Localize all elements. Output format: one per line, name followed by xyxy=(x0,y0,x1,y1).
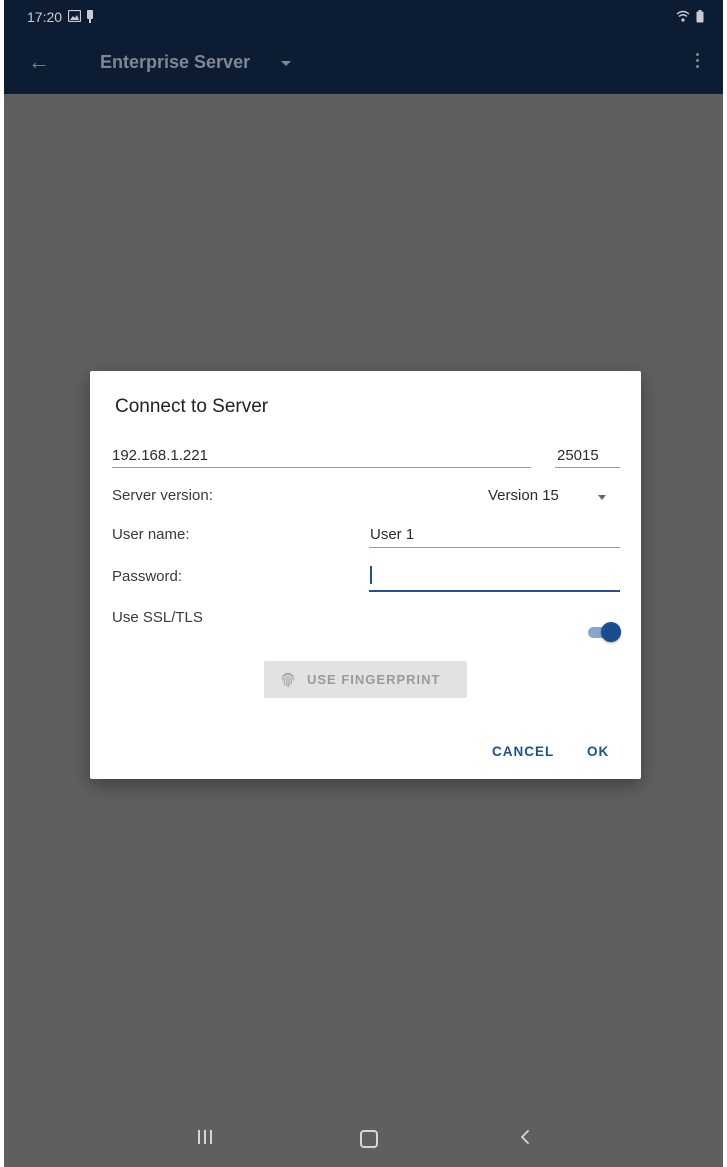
host-field[interactable]: 192.168.1.221 xyxy=(112,447,208,464)
user-name-field[interactable]: User 1 xyxy=(370,526,414,543)
password-label: Password: xyxy=(112,568,183,585)
gallery-icon xyxy=(68,10,81,22)
user-name-label: User name: xyxy=(112,526,190,543)
ok-button[interactable]: OK xyxy=(587,744,609,759)
port-field[interactable]: 25015 xyxy=(557,447,599,464)
app-title[interactable]: Enterprise Server xyxy=(100,52,250,73)
cancel-button[interactable]: CANCEL xyxy=(492,744,554,759)
password-field[interactable] xyxy=(370,568,610,586)
more-vertical-icon[interactable] xyxy=(696,53,700,71)
server-version-label: Server version: xyxy=(112,487,213,504)
back-icon[interactable] xyxy=(520,1129,530,1145)
screen: 17:20 ← Enterprise Server Connect to Ser… xyxy=(4,0,723,1167)
chevron-down-icon[interactable] xyxy=(598,495,606,500)
arrow-left-icon[interactable]: ← xyxy=(28,49,50,75)
home-icon[interactable] xyxy=(360,1130,378,1148)
ssl-toggle[interactable] xyxy=(588,622,621,642)
status-bar: 17:20 xyxy=(4,0,723,33)
fingerprint-icon xyxy=(281,672,295,688)
use-fingerprint-label: USE FINGERPRINT xyxy=(307,672,441,687)
wifi-icon xyxy=(676,10,690,22)
user-name-underline xyxy=(369,547,620,548)
app-bar: ← Enterprise Server xyxy=(4,33,723,94)
server-version-select[interactable]: Version 15 xyxy=(488,487,559,504)
connect-dialog: Connect to Server 192.168.1.221 25015 Se… xyxy=(90,371,641,779)
dialog-title: Connect to Server xyxy=(115,396,269,417)
toggle-thumb xyxy=(601,622,621,642)
password-underline xyxy=(369,590,620,592)
recent-apps-icon[interactable] xyxy=(197,1130,213,1144)
port-underline xyxy=(555,467,620,468)
battery-icon xyxy=(696,10,704,23)
navigation-bar xyxy=(4,1120,723,1167)
ssl-label: Use SSL/TLS xyxy=(112,609,203,626)
host-underline xyxy=(112,467,531,468)
notification-icon xyxy=(87,10,93,23)
caret-down-icon[interactable] xyxy=(281,61,291,66)
text-cursor xyxy=(370,566,372,584)
status-time: 17:20 xyxy=(27,9,63,25)
use-fingerprint-button[interactable]: USE FINGERPRINT xyxy=(264,661,467,698)
